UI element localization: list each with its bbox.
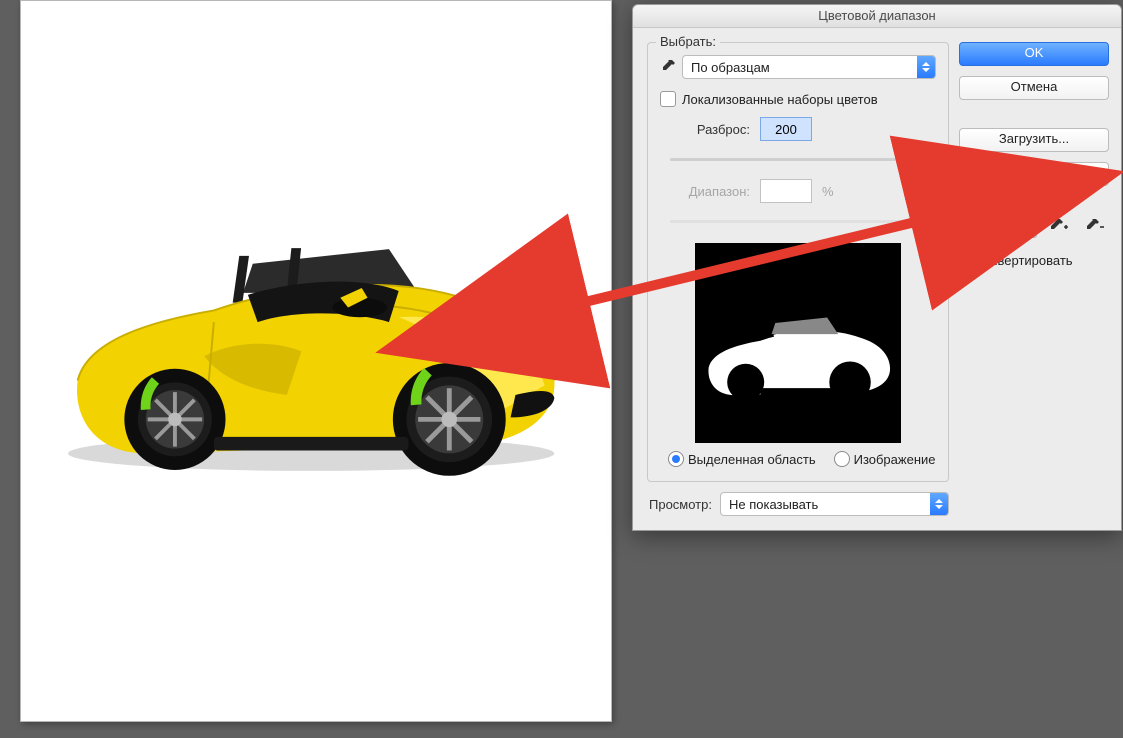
eyedropper-tool[interactable] xyxy=(1009,214,1037,238)
car-image xyxy=(29,9,603,713)
eyedropper-subtract-tool[interactable] xyxy=(1081,214,1109,238)
invert-checkbox-row[interactable]: Инвертировать xyxy=(959,252,1109,268)
localized-checkbox-label: Локализованные наборы цветов xyxy=(682,92,878,107)
eyedropper-add-tool[interactable] xyxy=(1045,214,1073,238)
range-unit: % xyxy=(822,184,834,199)
localized-checkbox-row[interactable]: Локализованные наборы цветов xyxy=(660,91,936,107)
radio-image[interactable]: Изображение xyxy=(834,451,936,467)
dropdown-stepper-icon xyxy=(930,493,948,515)
range-label: Диапазон: xyxy=(660,184,750,199)
radio-selection-dot xyxy=(668,451,684,467)
selection-fieldset: Выбрать: По образцам Локализованны xyxy=(647,42,949,482)
radio-selection[interactable]: Выделенная область xyxy=(668,451,816,467)
range-slider xyxy=(670,209,926,233)
range-input xyxy=(760,179,812,203)
radio-image-dot xyxy=(834,451,850,467)
cancel-button[interactable]: Отмена xyxy=(959,76,1109,100)
fuzziness-label: Разброс: xyxy=(660,122,750,137)
ok-button[interactable]: OK xyxy=(959,42,1109,66)
document-canvas[interactable] xyxy=(29,9,603,713)
fuzziness-input[interactable] xyxy=(760,117,812,141)
save-button[interactable]: Сохранить... xyxy=(959,162,1109,186)
eyedropper-mini-icon xyxy=(660,59,676,75)
invert-checkbox-label: Инвертировать xyxy=(981,253,1073,268)
eyedropper-minus-icon xyxy=(1086,218,1104,234)
load-button[interactable]: Загрузить... xyxy=(959,128,1109,152)
select-method-value: По образцам xyxy=(683,60,917,75)
localized-checkbox[interactable] xyxy=(660,91,676,107)
document-window xyxy=(20,0,612,722)
select-method-dropdown[interactable]: По образцам xyxy=(682,55,936,79)
dialog-title: Цветовой диапазон xyxy=(633,5,1121,28)
preview-mode-dropdown[interactable]: Не показывать xyxy=(720,492,949,516)
eyedropper-icon xyxy=(1015,218,1031,234)
preview-mode-label: Просмотр: xyxy=(649,497,712,512)
fuzziness-slider-thumb[interactable] xyxy=(908,151,926,169)
select-label: Выбрать: xyxy=(656,34,720,49)
dropdown-stepper-icon xyxy=(917,56,935,78)
color-range-dialog: Цветовой диапазон Выбрать: По образцам xyxy=(632,4,1122,531)
eyedropper-plus-icon xyxy=(1050,218,1068,234)
workspace: Цветовой диапазон Выбрать: По образцам xyxy=(0,0,1123,738)
preview-mode-value: Не показывать xyxy=(721,497,930,512)
selection-preview xyxy=(695,243,901,443)
fuzziness-slider[interactable] xyxy=(670,147,926,171)
invert-checkbox[interactable] xyxy=(959,252,975,268)
